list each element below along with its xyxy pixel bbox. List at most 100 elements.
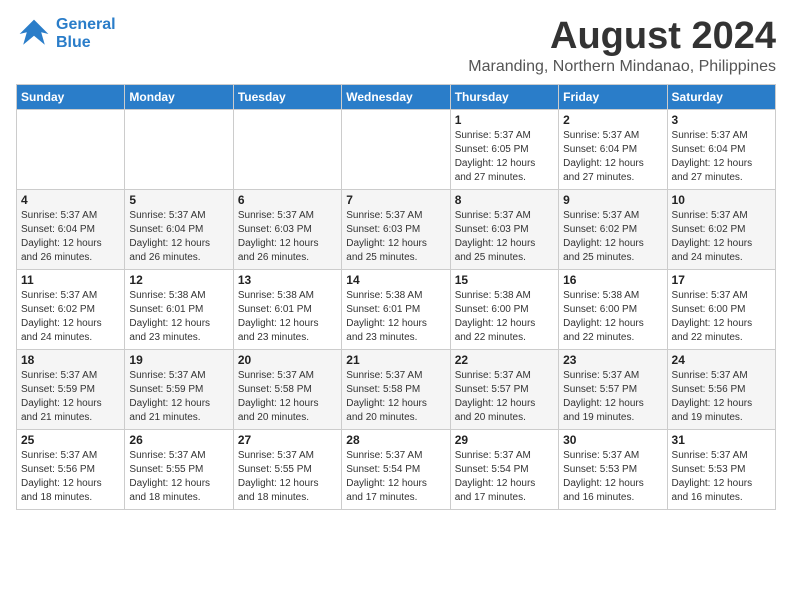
day-detail: Sunrise: 5:37 AM Sunset: 6:00 PM Dayligh… xyxy=(672,289,771,345)
calendar-week-1: 4 Sunrise: 5:37 AM Sunset: 6:04 PM Daylig… xyxy=(17,189,776,269)
title-block: August 2024 Maranding, Northern Mindanao… xyxy=(468,16,776,76)
calendar-cell: 12Sunrise: 5:38 AM Sunset: 6:01 PM Dayli… xyxy=(125,269,233,349)
calendar-body: 1 Sunrise: 5:37 AM Sunset: 6:05 PM Daylig… xyxy=(17,109,776,509)
calendar-week-0: 1 Sunrise: 5:37 AM Sunset: 6:05 PM Daylig… xyxy=(17,109,776,189)
header-friday: Friday xyxy=(559,84,667,109)
logo-text: General Blue xyxy=(56,16,116,51)
calendar-cell: 8 Sunrise: 5:37 AM Sunset: 6:03 PM Daylig… xyxy=(450,189,558,269)
calendar-cell: 18 Sunrise: 5:37 AM Sunset: 5:59 PM Dayli… xyxy=(17,349,125,429)
calendar-week-3: 18 Sunrise: 5:37 AM Sunset: 5:59 PM Dayli… xyxy=(17,349,776,429)
day-number: 31 xyxy=(672,433,771,447)
day-number: 18 xyxy=(21,353,120,367)
day-number: 4 xyxy=(21,193,120,207)
day-number: 3 xyxy=(672,113,771,127)
calendar-cell: 21 Sunrise: 5:37 AM Sunset: 5:58 PM Dayli… xyxy=(342,349,450,429)
calendar-cell: 4 Sunrise: 5:37 AM Sunset: 6:04 PM Daylig… xyxy=(17,189,125,269)
calendar-cell xyxy=(342,109,450,189)
day-number: 2 xyxy=(563,113,662,127)
day-number: 21 xyxy=(346,353,445,367)
header-monday: Monday xyxy=(125,84,233,109)
day-detail: Sunrise: 5:37 AM Sunset: 5:58 PM Dayligh… xyxy=(238,369,337,425)
calendar-cell: 7 Sunrise: 5:37 AM Sunset: 6:03 PM Daylig… xyxy=(342,189,450,269)
day-detail: Sunrise: 5:37 AM Sunset: 5:59 PM Dayligh… xyxy=(129,369,228,425)
calendar-cell: 25 Sunrise: 5:37 AM Sunset: 5:56 PM Dayli… xyxy=(17,429,125,509)
calendar-cell: 9 Sunrise: 5:37 AM Sunset: 6:02 PM Daylig… xyxy=(559,189,667,269)
day-detail: Sunrise: 5:38 AM Sunset: 6:00 PM Dayligh… xyxy=(455,289,554,345)
day-detail: Sunrise: 5:37 AM Sunset: 6:02 PM Dayligh… xyxy=(563,209,662,265)
day-detail: Sunrise: 5:37 AM Sunset: 5:54 PM Dayligh… xyxy=(455,449,554,505)
day-detail: Sunrise: 5:38 AM Sunset: 6:01 PM Dayligh… xyxy=(346,289,445,345)
day-detail: Sunrise: 5:37 AM Sunset: 6:04 PM Dayligh… xyxy=(563,129,662,185)
calendar-week-2: 11Sunrise: 5:37 AM Sunset: 6:02 PM Dayli… xyxy=(17,269,776,349)
day-number: 24 xyxy=(672,353,771,367)
location-subtitle: Maranding, Northern Mindanao, Philippine… xyxy=(468,58,776,76)
header-row: SundayMondayTuesdayWednesdayThursdayFrid… xyxy=(17,84,776,109)
day-detail: Sunrise: 5:37 AM Sunset: 5:57 PM Dayligh… xyxy=(563,369,662,425)
header-saturday: Saturday xyxy=(667,84,775,109)
day-number: 7 xyxy=(346,193,445,207)
calendar-cell: 3 Sunrise: 5:37 AM Sunset: 6:04 PM Daylig… xyxy=(667,109,775,189)
day-number: 9 xyxy=(563,193,662,207)
day-detail: Sunrise: 5:37 AM Sunset: 6:05 PM Dayligh… xyxy=(455,129,554,185)
day-detail: Sunrise: 5:38 AM Sunset: 6:00 PM Dayligh… xyxy=(563,289,662,345)
day-detail: Sunrise: 5:37 AM Sunset: 5:55 PM Dayligh… xyxy=(238,449,337,505)
calendar-cell: 27 Sunrise: 5:37 AM Sunset: 5:55 PM Dayli… xyxy=(233,429,341,509)
day-detail: Sunrise: 5:37 AM Sunset: 6:04 PM Dayligh… xyxy=(129,209,228,265)
day-number: 13 xyxy=(238,273,337,287)
calendar-cell: 15 Sunrise: 5:38 AM Sunset: 6:00 PM Dayli… xyxy=(450,269,558,349)
day-number: 30 xyxy=(563,433,662,447)
day-number: 19 xyxy=(129,353,228,367)
day-number: 1 xyxy=(455,113,554,127)
day-detail: Sunrise: 5:38 AM Sunset: 6:01 PM Dayligh… xyxy=(129,289,228,345)
day-detail: Sunrise: 5:37 AM Sunset: 5:55 PM Dayligh… xyxy=(129,449,228,505)
day-number: 20 xyxy=(238,353,337,367)
day-detail: Sunrise: 5:38 AM Sunset: 6:01 PM Dayligh… xyxy=(238,289,337,345)
calendar-cell: 30 Sunrise: 5:37 AM Sunset: 5:53 PM Dayli… xyxy=(559,429,667,509)
calendar-week-4: 25 Sunrise: 5:37 AM Sunset: 5:56 PM Dayli… xyxy=(17,429,776,509)
day-detail: Sunrise: 5:37 AM Sunset: 5:58 PM Dayligh… xyxy=(346,369,445,425)
day-number: 23 xyxy=(563,353,662,367)
day-detail: Sunrise: 5:37 AM Sunset: 6:04 PM Dayligh… xyxy=(672,129,771,185)
day-number: 22 xyxy=(455,353,554,367)
calendar-cell: 16 Sunrise: 5:38 AM Sunset: 6:00 PM Dayli… xyxy=(559,269,667,349)
day-detail: Sunrise: 5:37 AM Sunset: 6:03 PM Dayligh… xyxy=(346,209,445,265)
logo: General Blue xyxy=(16,16,116,52)
header-sunday: Sunday xyxy=(17,84,125,109)
day-detail: Sunrise: 5:37 AM Sunset: 6:03 PM Dayligh… xyxy=(455,209,554,265)
calendar-cell xyxy=(17,109,125,189)
day-detail: Sunrise: 5:37 AM Sunset: 5:59 PM Dayligh… xyxy=(21,369,120,425)
day-detail: Sunrise: 5:37 AM Sunset: 5:56 PM Dayligh… xyxy=(21,449,120,505)
calendar-cell: 10Sunrise: 5:37 AM Sunset: 6:02 PM Dayli… xyxy=(667,189,775,269)
header-tuesday: Tuesday xyxy=(233,84,341,109)
day-number: 5 xyxy=(129,193,228,207)
day-detail: Sunrise: 5:37 AM Sunset: 5:53 PM Dayligh… xyxy=(563,449,662,505)
day-number: 8 xyxy=(455,193,554,207)
calendar-cell: 20 Sunrise: 5:37 AM Sunset: 5:58 PM Dayli… xyxy=(233,349,341,429)
day-number: 25 xyxy=(21,433,120,447)
day-number: 11 xyxy=(21,273,120,287)
calendar-cell: 11Sunrise: 5:37 AM Sunset: 6:02 PM Dayli… xyxy=(17,269,125,349)
calendar-cell: 13 Sunrise: 5:38 AM Sunset: 6:01 PM Dayli… xyxy=(233,269,341,349)
day-number: 6 xyxy=(238,193,337,207)
day-number: 10 xyxy=(672,193,771,207)
logo-icon xyxy=(16,16,52,52)
calendar-cell: 24Sunrise: 5:37 AM Sunset: 5:56 PM Dayli… xyxy=(667,349,775,429)
calendar-cell: 1 Sunrise: 5:37 AM Sunset: 6:05 PM Daylig… xyxy=(450,109,558,189)
month-year-title: August 2024 xyxy=(468,16,776,58)
calendar-cell: 5 Sunrise: 5:37 AM Sunset: 6:04 PM Daylig… xyxy=(125,189,233,269)
day-detail: Sunrise: 5:37 AM Sunset: 5:53 PM Dayligh… xyxy=(672,449,771,505)
calendar-cell: 6Sunrise: 5:37 AM Sunset: 6:03 PM Daylig… xyxy=(233,189,341,269)
day-number: 15 xyxy=(455,273,554,287)
day-number: 16 xyxy=(563,273,662,287)
calendar-cell: 2 Sunrise: 5:37 AM Sunset: 6:04 PM Daylig… xyxy=(559,109,667,189)
day-number: 27 xyxy=(238,433,337,447)
header-wednesday: Wednesday xyxy=(342,84,450,109)
day-detail: Sunrise: 5:37 AM Sunset: 5:54 PM Dayligh… xyxy=(346,449,445,505)
day-number: 28 xyxy=(346,433,445,447)
calendar-cell: 28 Sunrise: 5:37 AM Sunset: 5:54 PM Dayli… xyxy=(342,429,450,509)
calendar-cell xyxy=(125,109,233,189)
day-detail: Sunrise: 5:37 AM Sunset: 6:04 PM Dayligh… xyxy=(21,209,120,265)
calendar-cell: 22Sunrise: 5:37 AM Sunset: 5:57 PM Dayli… xyxy=(450,349,558,429)
calendar-cell xyxy=(233,109,341,189)
calendar-cell: 19 Sunrise: 5:37 AM Sunset: 5:59 PM Dayli… xyxy=(125,349,233,429)
